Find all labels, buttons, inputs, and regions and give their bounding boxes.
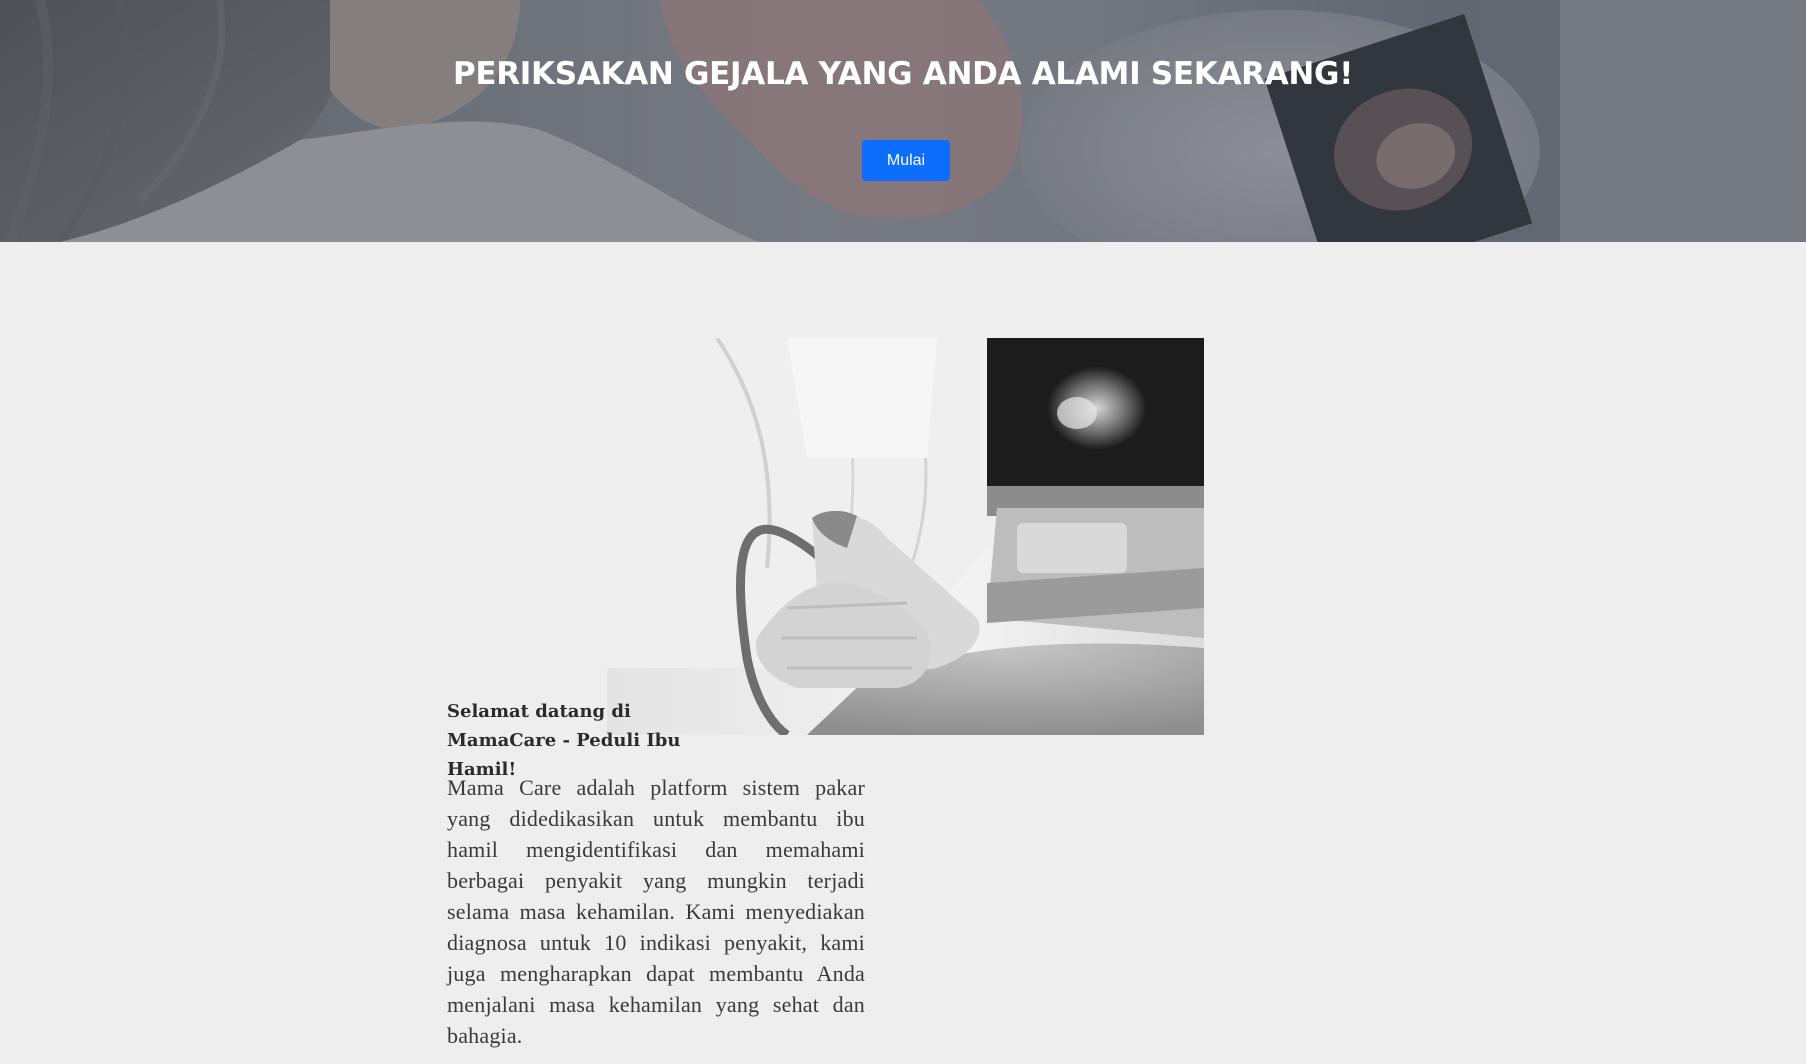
start-button[interactable]: Mulai <box>862 140 950 181</box>
ultrasound-photo <box>607 338 1204 735</box>
welcome-description: Mama Care adalah platform sistem pakar y… <box>447 775 865 1048</box>
hero-banner: PERIKSAKAN GEJALA YANG ANDA ALAMI SEKARA… <box>0 0 1806 242</box>
ultrasound-image <box>607 338 1204 735</box>
hero-overlay <box>0 0 1806 242</box>
welcome-heading: Selamat datang di MamaCare - Peduli Ibu … <box>447 701 681 780</box>
hero-title: PERIKSAKAN GEJALA YANG ANDA ALAMI SEKARA… <box>452 56 1354 92</box>
